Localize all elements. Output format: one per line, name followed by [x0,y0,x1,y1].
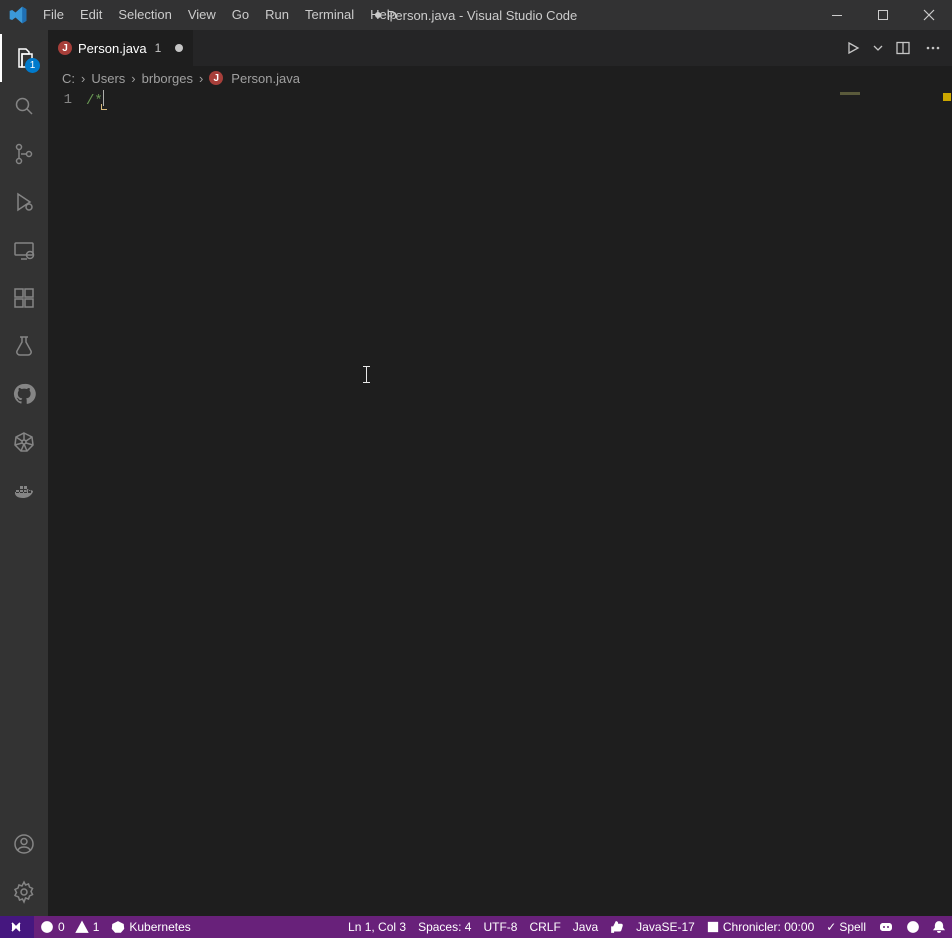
activity-bar: 1 [0,30,48,916]
status-eol-text: CRLF [529,920,560,934]
status-copilot[interactable] [872,916,900,938]
status-language-mode[interactable]: Java [567,916,604,938]
status-encoding[interactable]: UTF-8 [477,916,523,938]
window-maximize-button[interactable] [860,0,906,30]
mouse-ibeam-cursor-icon [366,366,367,383]
window-title-text: Person.java - Visual Studio Code [387,8,578,23]
menu-help[interactable]: Help [362,0,405,30]
status-lang-text: Java [573,920,598,934]
status-indentation[interactable]: Spaces: 4 [412,916,477,938]
breadcrumb-seg-3[interactable]: Person.java [231,71,300,86]
menu-edit[interactable]: Edit [72,0,110,30]
status-spell-text: Spell [826,920,866,934]
overview-warning-marker [943,93,951,101]
workbench: 1 [0,30,952,916]
java-file-icon: J [209,71,223,85]
menu-selection[interactable]: Selection [110,0,179,30]
chevron-right-icon: › [81,71,85,86]
minimap[interactable] [834,90,938,916]
tab-pinned-suffix: 1 [155,41,162,55]
breadcrumb-seg-0[interactable]: C: [62,71,75,86]
status-chronicler-text: Chronicler: 00:00 [723,920,814,934]
window-close-button[interactable] [906,0,952,30]
status-cursor-position[interactable]: Ln 1, Col 3 [342,916,412,938]
activity-testing[interactable] [0,322,48,370]
activity-github[interactable] [0,370,48,418]
editor-line: 1 /* [48,90,834,110]
activity-remote-explorer[interactable] [0,226,48,274]
status-jdk-text: JavaSE-17 [636,920,695,934]
status-problems[interactable]: 0 1 [34,916,105,938]
tab-person-java[interactable]: J Person.java 1 [48,30,194,66]
editor-split: 1 /* [48,90,952,916]
activity-kubernetes[interactable] [0,418,48,466]
menu-run[interactable]: Run [257,0,297,30]
line-number: 1 [48,90,86,110]
split-editor-button[interactable] [892,37,914,59]
editor-tabs: J Person.java 1 [48,30,952,66]
activity-explorer[interactable]: 1 [0,34,48,82]
activity-settings[interactable] [0,868,48,916]
minimap-content [840,92,860,95]
java-file-icon: J [58,41,72,55]
vscode-logo-icon [0,5,35,25]
menu-go[interactable]: Go [224,0,257,30]
title-bar: File Edit Selection View Go Run Terminal… [0,0,952,30]
record-icon [707,921,719,933]
status-feedback[interactable] [900,916,926,938]
status-jdk[interactable]: JavaSE-17 [630,916,701,938]
run-code-button[interactable] [842,37,864,59]
overview-ruler[interactable] [938,90,952,916]
activity-source-control[interactable] [0,130,48,178]
status-notifications[interactable] [926,916,952,938]
breadcrumb[interactable]: C: › Users › brborges › J Person.java [48,66,952,90]
status-kubernetes[interactable]: Kubernetes [105,916,196,938]
code-content[interactable]: /* [86,90,110,110]
status-bar: 0 1 Kubernetes Ln 1, Col 3 Spaces: 4 UTF… [0,916,952,938]
activity-run-debug[interactable] [0,178,48,226]
status-warning-count: 1 [93,920,100,934]
breadcrumb-seg-2[interactable]: brborges [142,71,193,86]
status-spell[interactable]: Spell [820,916,872,938]
tab-filename: Person.java [78,41,147,56]
activity-search[interactable] [0,82,48,130]
explorer-badge: 1 [25,58,40,73]
bracket-guide-icon [101,104,107,110]
status-spaces-text: Spaces: 4 [418,920,471,934]
menu-file[interactable]: File [35,0,72,30]
tab-dirty-indicator-icon [175,44,183,52]
window-controls [814,0,952,30]
breadcrumb-seg-1[interactable]: Users [91,71,125,86]
status-java-thumbsup[interactable] [604,916,630,938]
more-actions-button[interactable] [922,37,944,59]
menu-view[interactable]: View [180,0,224,30]
run-code-dropdown[interactable] [872,37,884,59]
status-error-count: 0 [58,920,65,934]
status-chronicler[interactable]: Chronicler: 00:00 [701,916,820,938]
activity-docker[interactable] [0,466,48,514]
status-kubernetes-text: Kubernetes [129,920,190,934]
menu-bar: File Edit Selection View Go Run Terminal… [35,0,405,30]
activity-accounts[interactable] [0,820,48,868]
menu-terminal[interactable]: Terminal [297,0,362,30]
window-minimize-button[interactable] [814,0,860,30]
status-remote-button[interactable] [0,916,34,938]
chevron-right-icon: › [131,71,135,86]
activity-extensions[interactable] [0,274,48,322]
chevron-right-icon: › [199,71,203,86]
status-eol[interactable]: CRLF [523,916,566,938]
code-editor[interactable]: 1 /* [48,90,834,916]
editor-group: J Person.java 1 [48,30,952,916]
status-encoding-text: UTF-8 [483,920,517,934]
editor-actions [842,30,952,66]
status-cursor-text: Ln 1, Col 3 [348,920,406,934]
